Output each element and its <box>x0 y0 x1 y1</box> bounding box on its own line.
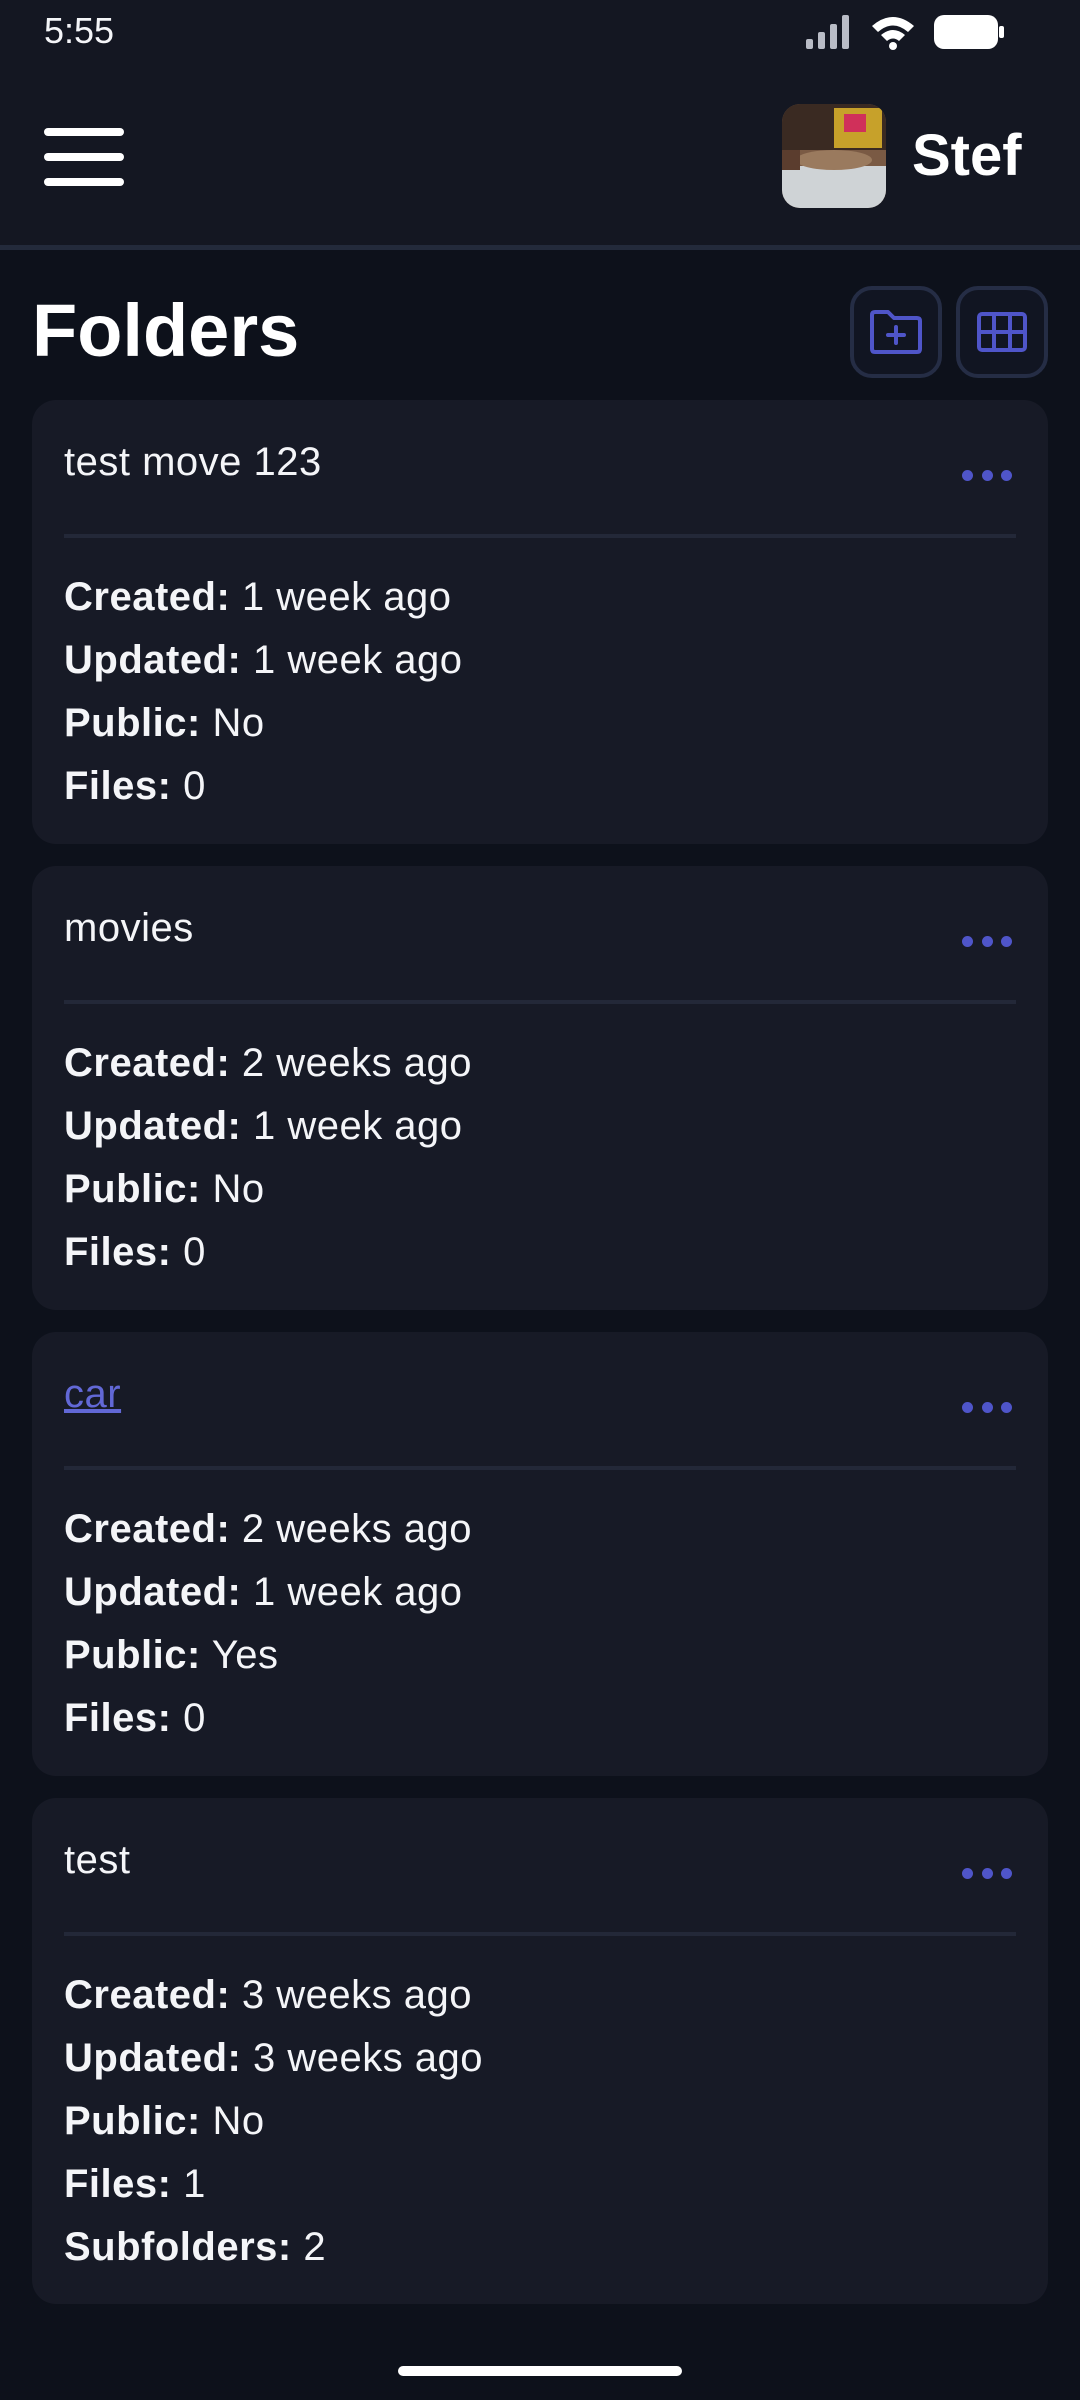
grid-view-button[interactable] <box>956 286 1048 378</box>
folder-meta: Created: 3 weeks ago Updated: 3 weeks ag… <box>64 1964 483 2279</box>
files-row: Files: 1 <box>64 2162 206 2206</box>
more-horizontal-icon <box>962 1401 973 1413</box>
battery-icon <box>934 15 1004 49</box>
created-row: Created: 3 weeks ago <box>64 1973 472 2017</box>
more-horizontal-icon <box>962 1867 973 1879</box>
more-options-button[interactable] <box>962 460 1012 490</box>
folder-card[interactable]: car Created: 2 weeks ago Updated: 1 week… <box>32 1332 1048 1776</box>
more-options-button[interactable] <box>962 1858 1012 1888</box>
status-time: 5:55 <box>44 10 115 51</box>
divider <box>64 534 1016 538</box>
user-name[interactable]: Stef <box>912 122 1022 189</box>
more-options-button[interactable] <box>962 926 1012 956</box>
home-indicator[interactable] <box>398 2366 682 2376</box>
folder-card[interactable]: test move 123 Created: 1 week ago Update… <box>32 400 1048 844</box>
updated-row: Updated: 3 weeks ago <box>64 2036 484 2080</box>
more-options-button[interactable] <box>962 1392 1012 1422</box>
avatar-image <box>782 104 886 208</box>
public-row: Public: No <box>64 701 265 745</box>
updated-row: Updated: 1 week ago <box>64 1104 463 1148</box>
folder-meta: Created: 2 weeks ago Updated: 1 week ago… <box>64 1032 472 1284</box>
folder-name[interactable]: test move 123 <box>64 440 322 485</box>
status-bar: 5:55 <box>0 0 1080 60</box>
more-horizontal-icon <box>962 935 973 947</box>
public-row: Public: No <box>64 1167 265 1211</box>
app-header: Stef <box>0 60 1080 250</box>
folder-card[interactable]: movies Created: 2 weeks ago Updated: 1 w… <box>32 866 1048 1310</box>
menu-button[interactable] <box>44 128 124 186</box>
folder-plus-icon <box>870 310 922 354</box>
folder-name-link[interactable]: car <box>64 1372 121 1417</box>
created-row: Created: 1 week ago <box>64 575 452 619</box>
created-row: Created: 2 weeks ago <box>64 1041 472 1085</box>
public-row: Public: Yes <box>64 1633 279 1677</box>
files-row: Files: 0 <box>64 1696 206 1740</box>
folder-meta: Created: 2 weeks ago Updated: 1 week ago… <box>64 1498 472 1750</box>
divider <box>64 1466 1016 1470</box>
more-horizontal-icon <box>962 469 973 481</box>
divider <box>64 1000 1016 1004</box>
new-folder-button[interactable] <box>850 286 942 378</box>
folder-meta: Created: 1 week ago Updated: 1 week ago … <box>64 566 463 818</box>
subfolders-row: Subfolders: 2 <box>64 2225 327 2269</box>
folder-name[interactable]: test <box>64 1838 130 1883</box>
files-row: Files: 0 <box>64 764 206 808</box>
updated-row: Updated: 1 week ago <box>64 638 463 682</box>
wifi-icon <box>872 17 914 50</box>
folder-name[interactable]: movies <box>64 906 194 951</box>
files-row: Files: 0 <box>64 1230 206 1274</box>
status-icons <box>806 12 1004 52</box>
updated-row: Updated: 1 week ago <box>64 1570 463 1614</box>
grid-icon <box>977 312 1027 352</box>
divider <box>64 1932 1016 1936</box>
created-row: Created: 2 weeks ago <box>64 1507 472 1551</box>
public-row: Public: No <box>64 2099 265 2143</box>
signal-icon <box>806 15 849 49</box>
hamburger-menu-icon <box>44 128 124 136</box>
page-title: Folders <box>32 289 300 372</box>
avatar[interactable] <box>782 104 886 208</box>
folder-card[interactable]: test Created: 3 weeks ago Updated: 3 wee… <box>32 1798 1048 2304</box>
